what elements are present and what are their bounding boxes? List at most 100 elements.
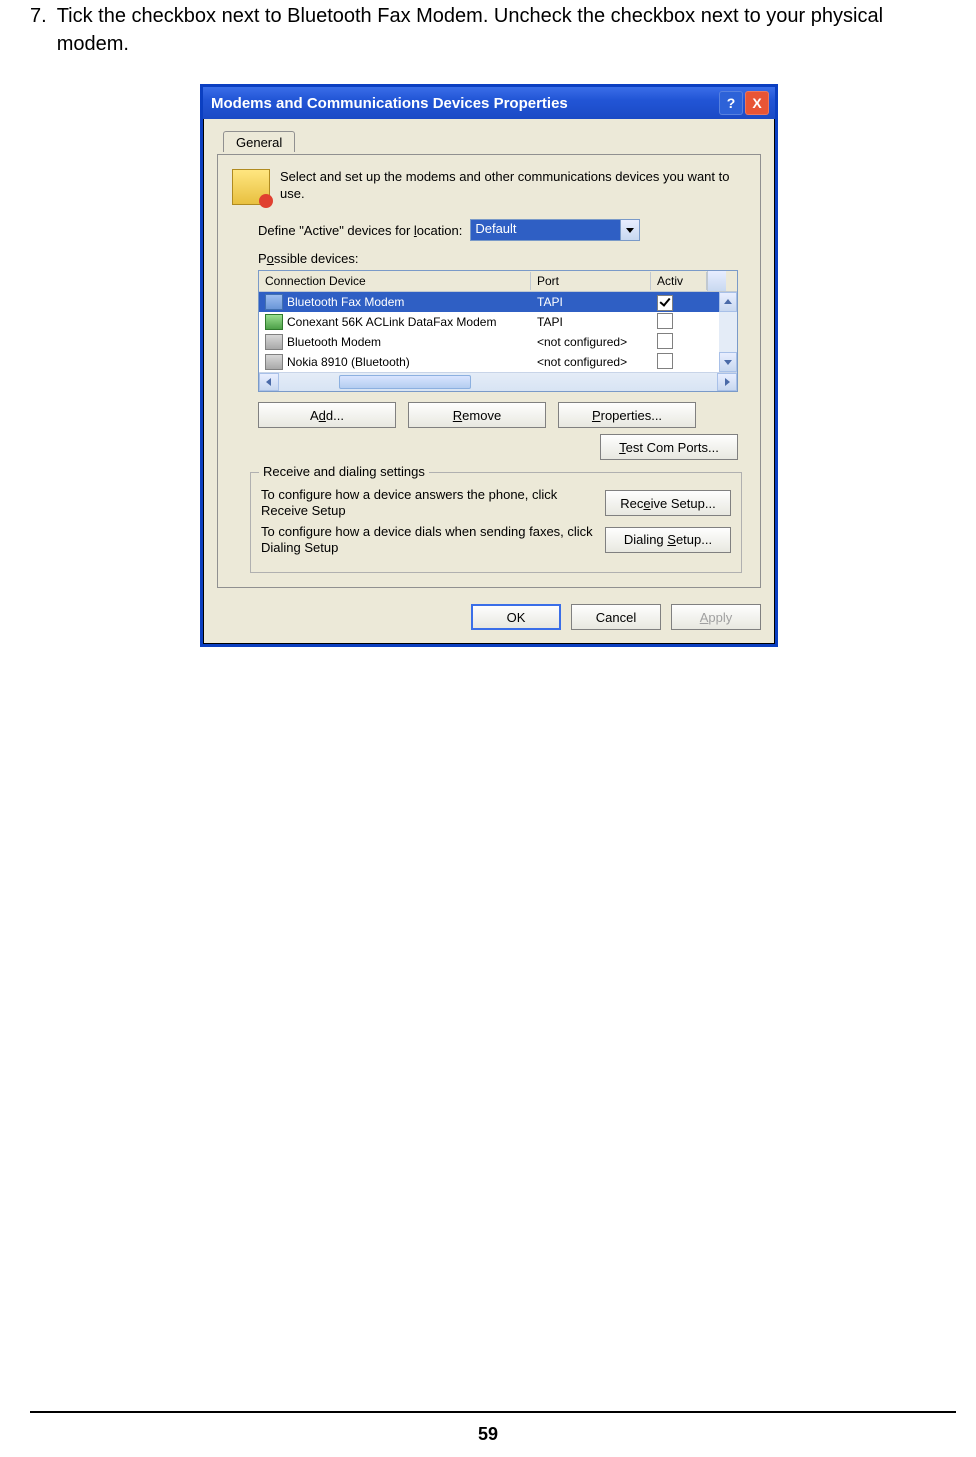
- possible-label-post: ssible devices:: [274, 251, 359, 266]
- apply-button[interactable]: Apply: [671, 604, 761, 630]
- receive-dialing-fieldset: Receive and dialing settings To configur…: [250, 472, 742, 573]
- page-number: 59: [0, 1424, 976, 1445]
- vscroll-track[interactable]: [719, 312, 737, 352]
- remove-button[interactable]: Remove: [408, 402, 546, 428]
- define-label-pre: Define "Active" devices for: [258, 223, 414, 238]
- help-button[interactable]: ?: [719, 91, 743, 115]
- vertical-scrollbar[interactable]: [719, 292, 737, 372]
- props-u: P: [592, 408, 601, 423]
- location-dropdown[interactable]: Default: [470, 219, 640, 241]
- hscroll-thumb[interactable]: [339, 375, 471, 389]
- dialing-setup-button[interactable]: Dialing Setup...: [605, 527, 731, 553]
- device-buttons-row: Add... Remove Properties...: [258, 402, 738, 428]
- test-com-ports-button[interactable]: Test Com Ports...: [600, 434, 738, 460]
- add-button[interactable]: Add...: [258, 402, 396, 428]
- possible-label-pre: P: [258, 251, 267, 266]
- titlebar: Modems and Communications Devices Proper…: [203, 87, 775, 119]
- device-cell: Bluetooth Fax Modem: [259, 292, 531, 312]
- properties-button[interactable]: Properties...: [558, 402, 696, 428]
- scroll-down-icon[interactable]: [719, 352, 737, 372]
- test-post: est Com Ports...: [626, 440, 719, 455]
- hscroll-track[interactable]: [279, 373, 717, 391]
- modems-properties-dialog: Modems and Communications Devices Proper…: [200, 84, 778, 647]
- active-checkbox[interactable]: [657, 295, 673, 311]
- tab-panel: Select and set up the modems and other c…: [217, 154, 761, 588]
- receive-text: To configure how a device answers the ph…: [261, 487, 597, 520]
- add-post: d...: [326, 408, 344, 423]
- cancel-button[interactable]: Cancel: [571, 604, 661, 630]
- device-icon: [265, 294, 283, 310]
- dial-pre: Dialing: [624, 532, 667, 547]
- recv-u: e: [643, 496, 650, 511]
- device-name: Nokia 8910 (Bluetooth): [287, 355, 410, 369]
- possible-label: Possible devices:: [258, 251, 746, 266]
- recv-pre: Rec: [620, 496, 643, 511]
- dialog-wrap: Modems and Communications Devices Proper…: [200, 84, 778, 647]
- step-row: 7. Tick the checkbox next to Bluetooth F…: [30, 0, 956, 58]
- device-cell: Bluetooth Modem: [259, 332, 531, 352]
- dialog-client: General Select and set up the modems and…: [203, 119, 775, 644]
- device-cell: Conexant 56K ACLink DataFax Modem: [259, 312, 531, 332]
- port-cell: <not configured>: [531, 333, 651, 351]
- port-cell: <not configured>: [531, 353, 651, 371]
- define-row: Define "Active" devices for location: De…: [258, 219, 746, 241]
- remove-u: R: [453, 408, 462, 423]
- ok-button[interactable]: OK: [471, 604, 561, 630]
- device-icon: [265, 334, 283, 350]
- add-u: d: [319, 408, 326, 423]
- intro-text: Select and set up the modems and other c…: [280, 169, 746, 203]
- header-port[interactable]: Port: [531, 272, 651, 290]
- scroll-left-icon[interactable]: [259, 373, 279, 391]
- device-name: Bluetooth Modem: [287, 335, 381, 349]
- dialog-bottom-buttons: OK Cancel Apply: [217, 604, 761, 630]
- fieldset-legend: Receive and dialing settings: [259, 464, 429, 479]
- active-checkbox[interactable]: [657, 353, 673, 369]
- close-button[interactable]: X: [745, 91, 769, 115]
- define-label: Define "Active" devices for location:: [258, 223, 462, 238]
- header-device[interactable]: Connection Device: [259, 272, 531, 290]
- step-text: Tick the checkbox next to Bluetooth Fax …: [57, 2, 956, 58]
- receive-row: To configure how a device answers the ph…: [261, 487, 731, 520]
- device-name: Bluetooth Fax Modem: [287, 295, 404, 309]
- recv-post: ive Setup...: [651, 496, 716, 511]
- table-row[interactable]: Conexant 56K ACLink DataFax Modem TAPI: [259, 312, 737, 332]
- apply-post: pply: [708, 610, 732, 625]
- dialing-row: To configure how a device dials when sen…: [261, 524, 731, 557]
- modem-icon: [232, 169, 270, 205]
- active-checkbox[interactable]: [657, 333, 673, 349]
- tab-general[interactable]: General: [223, 131, 295, 152]
- define-label-post: ocation:: [417, 223, 463, 238]
- receive-setup-button[interactable]: Receive Setup...: [605, 490, 731, 516]
- dialog-title: Modems and Communications Devices Proper…: [211, 95, 717, 112]
- chevron-down-icon: [620, 220, 639, 240]
- dial-post: etup...: [676, 532, 712, 547]
- horizontal-scrollbar[interactable]: [259, 372, 737, 391]
- list-body: Bluetooth Fax ModemTAPIConexant 56K ACLi…: [259, 292, 737, 372]
- table-row[interactable]: Nokia 8910 (Bluetooth) <not configured>: [259, 352, 737, 372]
- location-selected: Default: [471, 220, 639, 240]
- device-cell: Nokia 8910 (Bluetooth): [259, 352, 531, 372]
- port-cell: TAPI: [531, 313, 651, 331]
- header-active[interactable]: Activ: [651, 272, 707, 290]
- port-cell: TAPI: [531, 293, 651, 311]
- devices-listbox[interactable]: Connection Device Port Activ Bluetooth F…: [258, 270, 738, 392]
- device-icon: [265, 354, 283, 370]
- table-row[interactable]: Bluetooth Modem <not configured>: [259, 332, 737, 352]
- test-row: Test Com Ports...: [258, 434, 738, 460]
- footer-divider: [30, 1411, 956, 1413]
- active-checkbox[interactable]: [657, 313, 673, 329]
- add-pre: A: [310, 408, 319, 423]
- device-name: Conexant 56K ACLink DataFax Modem: [287, 315, 496, 329]
- scroll-right-icon[interactable]: [717, 373, 737, 391]
- possible-label-underline: o: [267, 251, 274, 266]
- step-number: 7.: [30, 2, 47, 58]
- intro-row: Select and set up the modems and other c…: [232, 169, 746, 205]
- header-scroll-up-icon[interactable]: [707, 271, 726, 291]
- list-header: Connection Device Port Activ: [259, 271, 737, 292]
- tabs-row: General: [217, 131, 761, 155]
- active-cell: [651, 351, 707, 374]
- table-row[interactable]: Bluetooth Fax Modem TAPI: [259, 292, 737, 312]
- props-post: roperties...: [601, 408, 662, 423]
- device-icon: [265, 314, 283, 330]
- scroll-up-icon[interactable]: [719, 292, 737, 312]
